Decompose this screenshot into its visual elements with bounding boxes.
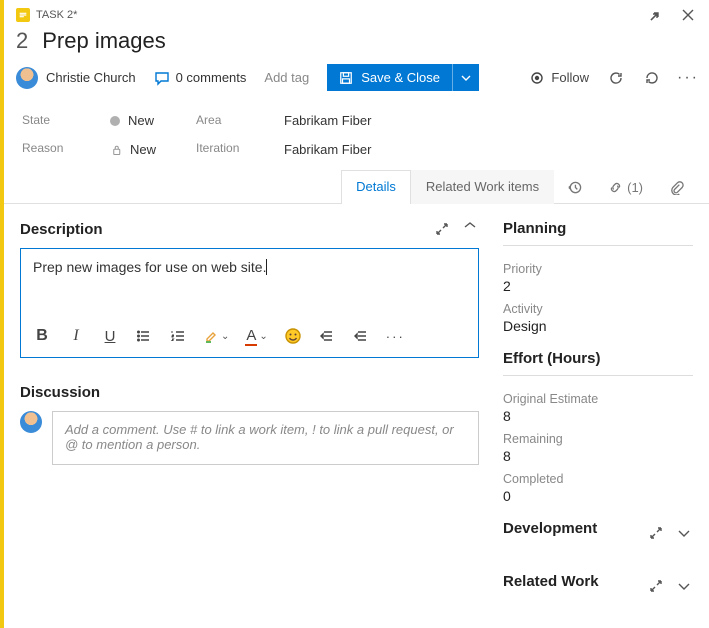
underline-button[interactable]: U [101, 325, 119, 347]
description-text[interactable]: Prep new images for use on web site. [21, 249, 478, 319]
indent-button[interactable] [318, 325, 336, 347]
more-formatting-button[interactable]: ··· [386, 325, 405, 347]
assigned-to[interactable]: Christie Church [16, 67, 136, 89]
completed-label: Completed [503, 472, 693, 486]
work-item-title[interactable]: Prep images [42, 28, 166, 54]
tab-details[interactable]: Details [341, 170, 411, 204]
bold-button[interactable]: B [33, 325, 51, 347]
description-editor[interactable]: Prep new images for use on web site. B I… [20, 248, 479, 358]
assigned-to-name: Christie Church [46, 70, 136, 85]
save-close-label: Save & Close [361, 70, 440, 85]
state-label: State [22, 113, 70, 127]
effort-heading: Effort (Hours) [503, 350, 693, 367]
development-heading: Development [503, 520, 647, 537]
refresh-icon[interactable] [607, 69, 625, 87]
discussion-heading: Discussion [20, 384, 479, 401]
avatar [20, 411, 42, 433]
remaining-value[interactable]: 8 [503, 448, 693, 464]
chevron-down-icon[interactable] [675, 524, 693, 542]
activity-value[interactable]: Design [503, 318, 693, 334]
collapse-icon[interactable] [461, 220, 479, 238]
priority-label: Priority [503, 262, 693, 276]
restore-icon[interactable] [647, 6, 665, 24]
reason-value: New [130, 142, 156, 157]
expand-icon[interactable] [647, 577, 665, 595]
related-work-heading: Related Work [503, 573, 647, 590]
priority-value[interactable]: 2 [503, 278, 693, 294]
highlight-button[interactable]: ⌄ [203, 325, 229, 347]
comment-input[interactable]: Add a comment. Use # to link a work item… [52, 411, 479, 465]
save-close-button[interactable]: Save & Close [327, 64, 452, 91]
expand-icon[interactable] [647, 524, 665, 542]
iteration-value: Fabrikam Fiber [284, 142, 371, 157]
outdent-button[interactable] [352, 325, 370, 347]
numbered-list-button[interactable] [169, 325, 187, 347]
orig-estimate-label: Original Estimate [503, 392, 693, 406]
comments-button[interactable]: 0 comments [154, 70, 247, 86]
area-value: Fabrikam Fiber [284, 113, 371, 128]
bullet-list-button[interactable] [135, 325, 153, 347]
activity-label: Activity [503, 302, 693, 316]
iteration-field[interactable]: Fabrikam Fiber [284, 142, 371, 157]
avatar [16, 67, 38, 89]
remaining-label: Remaining [503, 432, 693, 446]
state-field[interactable]: New [110, 113, 156, 128]
state-value: New [128, 113, 154, 128]
tab-related-work-items[interactable]: Related Work items [411, 170, 554, 204]
text-color-button[interactable]: A⌄ [245, 325, 267, 347]
reason-label: Reason [22, 141, 70, 155]
tab-attachments[interactable] [656, 170, 697, 204]
save-dropdown-button[interactable] [452, 64, 479, 91]
add-tag-button[interactable]: Add tag [264, 70, 309, 85]
follow-button[interactable]: Follow [529, 70, 589, 86]
work-item-id: 2 [16, 28, 28, 54]
completed-value[interactable]: 0 [503, 488, 693, 504]
italic-button[interactable]: I [67, 325, 85, 347]
description-heading: Description [20, 221, 433, 238]
tab-links[interactable]: (1) [595, 170, 656, 204]
area-label: Area [196, 113, 244, 127]
task-tab-label: TASK 2* [36, 9, 77, 21]
state-dot-icon [110, 116, 120, 126]
tab-history[interactable] [554, 170, 595, 204]
expand-icon[interactable] [433, 220, 451, 238]
orig-estimate-value[interactable]: 8 [503, 408, 693, 424]
planning-heading: Planning [503, 220, 693, 237]
reason-field[interactable]: New [110, 142, 156, 157]
area-field[interactable]: Fabrikam Fiber [284, 113, 371, 128]
more-icon[interactable]: ··· [679, 69, 697, 87]
links-count: (1) [627, 180, 643, 195]
comments-count: 0 comments [176, 70, 247, 85]
iteration-label: Iteration [196, 141, 244, 155]
undo-icon[interactable] [643, 69, 661, 87]
follow-label: Follow [551, 70, 589, 85]
chevron-down-icon[interactable] [675, 577, 693, 595]
task-icon [16, 8, 30, 22]
close-icon[interactable] [679, 6, 697, 24]
emoji-button[interactable] [284, 325, 302, 347]
